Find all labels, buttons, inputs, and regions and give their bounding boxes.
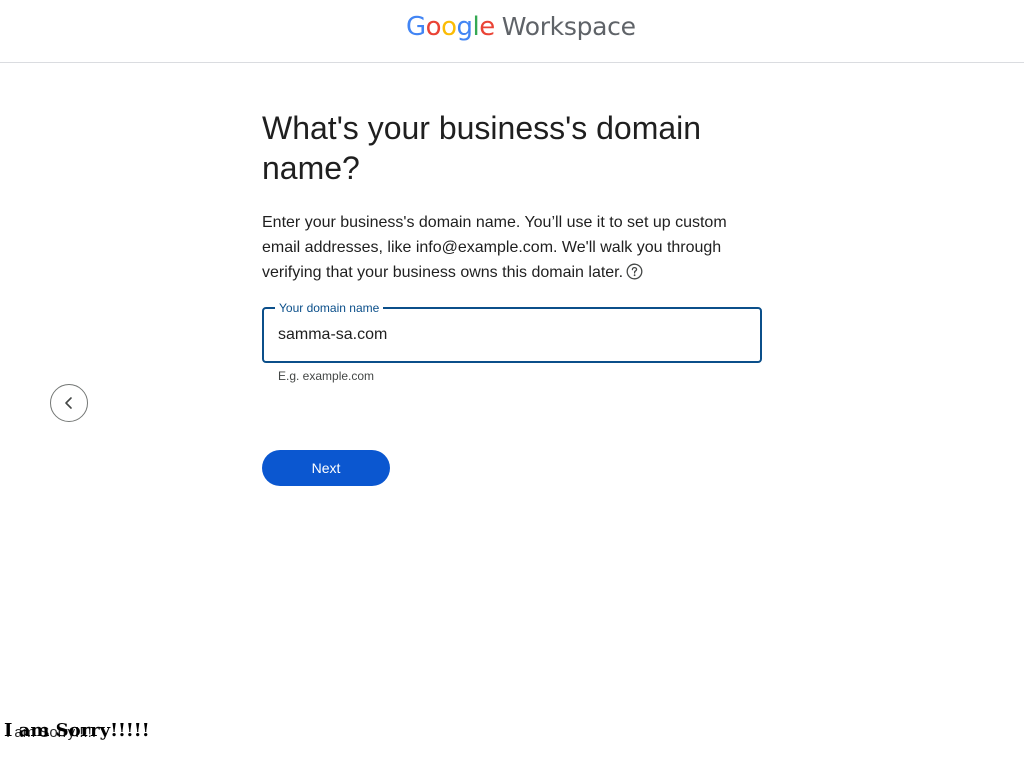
google-workspace-logo: Google Workspace [406,12,636,50]
main-content: What's your business's domain name? Ente… [262,108,762,384]
page-description: Enter your business's domain name. You’l… [262,210,762,285]
description-text: Enter your business's domain name. You’l… [262,214,727,281]
help-circle-icon[interactable] [626,263,643,280]
back-button[interactable] [50,384,88,422]
page: Google Workspace What's your business's … [0,0,1024,768]
domain-name-field[interactable]: Your domain name [262,300,762,363]
domain-name-hint: E.g. example.com [278,369,375,383]
page-title: What's your business's domain name? [262,110,702,186]
overlay-text-shadow: I am Sorry!!!!! [6,724,97,741]
chevron-left-icon [65,397,72,409]
domain-name-label: Your domain name [275,300,384,316]
next-button[interactable]: Next [262,450,390,486]
header: Google Workspace [0,0,1024,63]
google-wordmark: Google [406,12,495,42]
domain-name-input[interactable] [278,321,738,349]
logo-product-name: Workspace [501,12,636,41]
